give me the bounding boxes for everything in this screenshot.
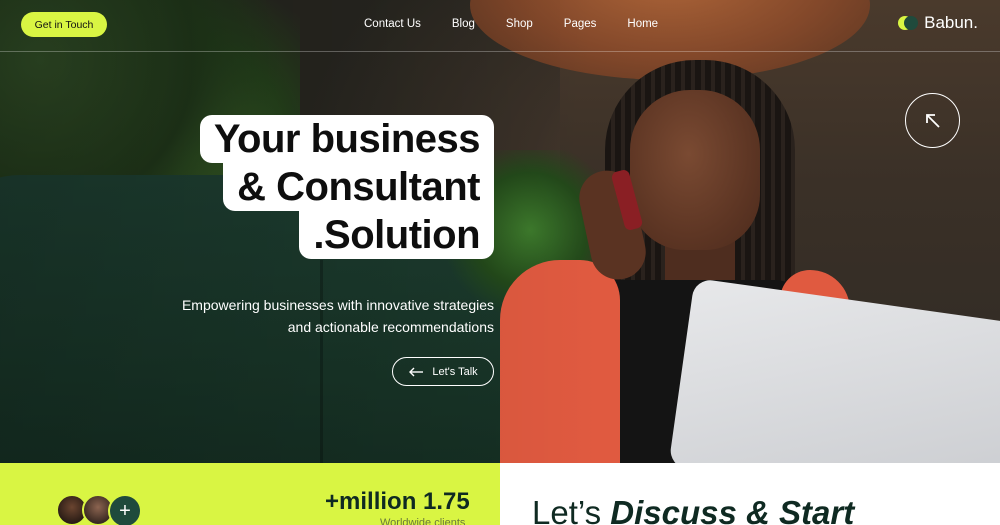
clients-stat-label: Worldwide clients: [380, 517, 466, 525]
nav-links: Contact Us Blog Shop Pages Home: [364, 18, 658, 30]
brand-logo[interactable]: Babun.: [898, 13, 978, 33]
hero-subtitle: Empowering businesses with innovative st…: [182, 294, 494, 338]
arrow-up-left-icon[interactable]: [905, 93, 960, 148]
headline-line-1: Your business: [199, 115, 494, 163]
nav-link-home[interactable]: Home: [627, 18, 658, 30]
subtitle-line-2: and actionable recommendations: [287, 319, 494, 335]
get-in-touch-button[interactable]: Get in Touch: [21, 12, 107, 37]
clients-stat-value: +million 1.75: [325, 488, 470, 515]
top-nav: Get in Touch Contact Us Blog Shop Pages …: [0, 0, 1000, 52]
section-title-emphasis: Discuss & Start: [610, 494, 855, 525]
nav-link-shop[interactable]: Shop: [506, 18, 533, 30]
hero-section: [0, 0, 1000, 463]
nav-link-contact-us[interactable]: Contact Us: [364, 18, 421, 30]
section-title-plain: Let’s: [532, 494, 611, 525]
lets-talk-button[interactable]: Let's Talk: [392, 357, 494, 386]
arrow-left-icon: [409, 367, 424, 376]
nav-link-pages[interactable]: Pages: [564, 18, 597, 30]
client-avatars: +: [56, 494, 142, 525]
lets-talk-label: Let's Talk: [432, 365, 478, 378]
headline-line-2: & Consultant: [223, 163, 494, 211]
plus-icon[interactable]: +: [108, 494, 142, 525]
hero-shade: [0, 0, 1000, 463]
section-title: Let’s Discuss & Start: [532, 494, 854, 525]
brand-name: Babun.: [924, 13, 978, 32]
headline-line-3: .Solution: [299, 211, 494, 259]
hero-headline: Your business & Consultant .Solution: [199, 115, 494, 259]
subtitle-line-1: Empowering businesses with innovative st…: [181, 297, 494, 313]
brand-mark-icon: [898, 15, 919, 31]
nav-link-blog[interactable]: Blog: [452, 18, 475, 30]
